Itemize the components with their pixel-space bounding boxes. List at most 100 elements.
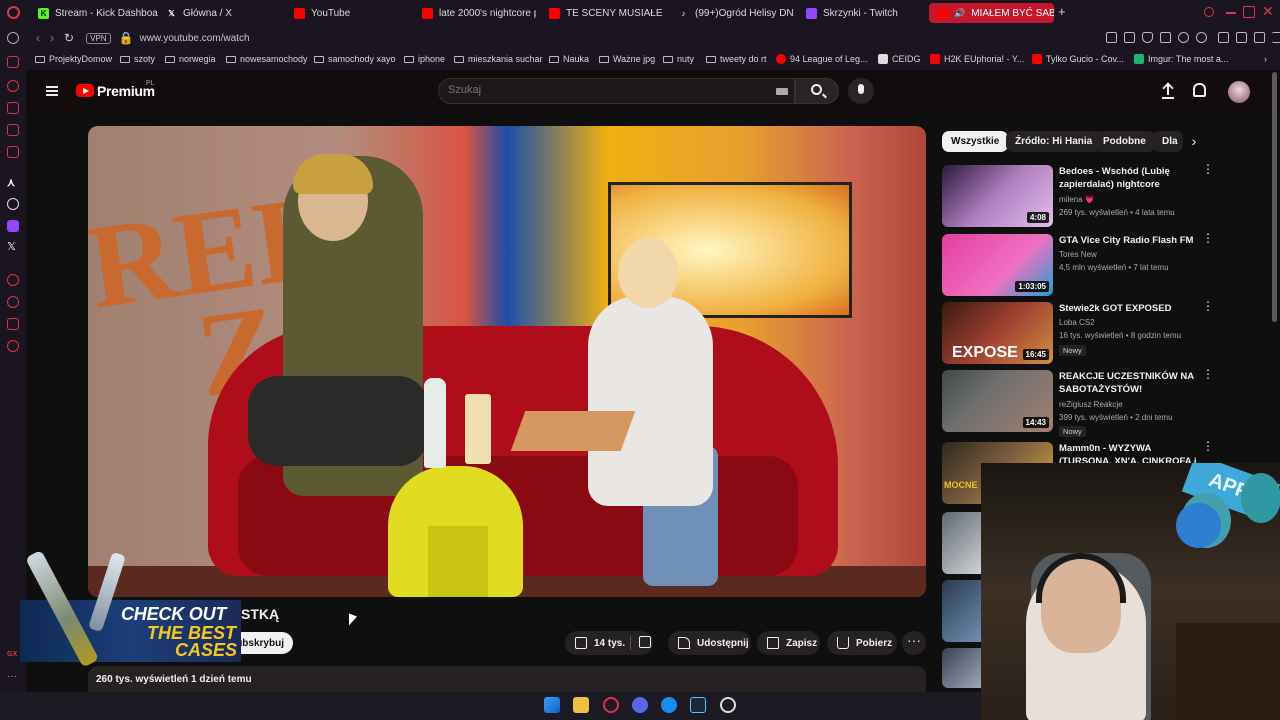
extensions-icon[interactable]	[1218, 32, 1229, 43]
chip-for-you[interactable]: Dla	[1153, 131, 1183, 152]
bookmark-folder[interactable]: ProjektyDomow	[35, 54, 112, 64]
search-button[interactable]	[795, 78, 839, 104]
channel-name[interactable]: Tores New	[1059, 250, 1097, 259]
sidebar-app-icon[interactable]	[7, 124, 19, 136]
shield-icon[interactable]	[1142, 32, 1153, 43]
save-button[interactable]: Zapisz	[757, 631, 820, 655]
file-explorer-icon[interactable]	[573, 697, 589, 713]
bookmark-site[interactable]: Imgur: The most a...	[1134, 54, 1228, 64]
opera-gx-icon[interactable]	[603, 697, 619, 713]
forward-icon[interactable]: ›	[50, 31, 54, 45]
recommendation-item[interactable]: 14:43 REAKCJE UCZESTNIKÓW NA SABOTAŻYSTÓ…	[942, 368, 1214, 437]
channel-name[interactable]: reZigiusz Reakcje	[1059, 400, 1123, 409]
chip-similar[interactable]: Podobne	[1094, 131, 1155, 152]
more-vert-icon[interactable]: ⋮	[1202, 163, 1214, 175]
x-sidebar-icon[interactable]: 𝕏	[7, 240, 19, 253]
bookmark-folder[interactable]: szoty	[120, 54, 155, 64]
search-input[interactable]	[448, 84, 748, 96]
video-thumbnail[interactable]	[942, 580, 982, 642]
recommendation-title[interactable]: Stewie2k GOT EXPOSED	[1059, 302, 1199, 315]
chip-all[interactable]: Wszystkie	[942, 131, 1009, 152]
bookmark-folder[interactable]: Ważne jpg	[599, 54, 655, 64]
recommendation-title[interactable]: GTA Vice City Radio Flash FM	[1059, 234, 1199, 247]
dislike-button[interactable]	[633, 635, 652, 651]
avatar[interactable]	[1228, 81, 1250, 103]
bookmark-folder[interactable]: norwegia	[165, 54, 216, 64]
tab-te-sceny[interactable]: TE SCENY MUSIAŁEM W	[549, 3, 663, 23]
discord-icon[interactable]	[632, 697, 648, 713]
channel-name[interactable]: Loba CS2	[1059, 318, 1095, 327]
speaker-icon[interactable]: 🔊	[954, 8, 965, 19]
bookmark-folder[interactable]: iphone	[404, 54, 445, 64]
bookmark-site[interactable]: 94 League of Leg...	[776, 54, 868, 64]
messenger-icon[interactable]	[661, 697, 677, 713]
download-button[interactable]: Pobierz	[827, 631, 897, 655]
aria-icon[interactable]	[7, 56, 19, 68]
video-thumbnail[interactable]: 4:08	[942, 165, 1053, 227]
steam-icon[interactable]	[690, 697, 706, 713]
back-icon[interactable]: ‹	[36, 31, 40, 45]
url-field[interactable]: www.youtube.com/watch	[139, 33, 249, 44]
download-icon[interactable]	[1254, 32, 1265, 43]
like-button[interactable]: 14 tys.	[565, 637, 625, 649]
more-vert-icon[interactable]: ⋮	[1202, 300, 1214, 312]
tab-youtube[interactable]: YouTube	[294, 3, 414, 23]
search-tabs-icon[interactable]	[1204, 7, 1214, 17]
recommendation-item[interactable]: EXPOSE 16:45 Stewie2k GOT EXPOSED Loba C…	[942, 300, 1214, 364]
sidebar-app-icon[interactable]	[7, 274, 19, 286]
play-icon[interactable]	[1178, 32, 1189, 43]
bookmark-folder[interactable]: samochody xayo	[314, 54, 396, 64]
gx-icon[interactable]: GX	[7, 651, 19, 663]
more-vert-icon[interactable]: ⋮	[1202, 232, 1214, 244]
kick-sidebar-icon[interactable]: ⋏	[7, 176, 19, 189]
heart-icon[interactable]	[1196, 32, 1207, 43]
maximize-icon[interactable]	[1243, 6, 1255, 18]
bookmark-folder[interactable]: Nauka	[549, 54, 589, 64]
lock-icon[interactable]: 🔒	[119, 31, 134, 45]
opera-logo-icon[interactable]	[7, 6, 20, 19]
video-player[interactable]: RELA ZO	[88, 126, 926, 597]
reload-icon[interactable]: ↻	[64, 31, 74, 45]
folder-icon[interactable]	[1236, 32, 1247, 43]
recommendation-title[interactable]: Bedoes - Wschód (Lubię zapierdalać) nigh…	[1059, 165, 1199, 191]
bookmark-site[interactable]: CEIDG	[878, 54, 921, 64]
keyboard-icon[interactable]	[776, 88, 788, 95]
bookmark-folder[interactable]: nowesamochody	[226, 54, 308, 64]
more-vert-icon[interactable]: ⋮	[1202, 368, 1214, 380]
minimize-icon[interactable]	[1226, 12, 1236, 14]
hamburger-menu-icon[interactable]	[46, 86, 58, 96]
more-vert-icon[interactable]: ⋮	[1202, 440, 1214, 452]
video-thumbnail[interactable]: 1:03:05	[942, 234, 1053, 296]
sidebar-app-icon[interactable]	[7, 102, 19, 114]
video-thumbnail[interactable]	[942, 512, 982, 574]
tab-nightcore[interactable]: late 2000's nightcore p	[422, 3, 536, 23]
bookmark-folder[interactable]: tweety do rt	[706, 54, 767, 64]
more-actions-button[interactable]: ···	[902, 631, 926, 655]
sidebar-app-icon[interactable]	[7, 318, 19, 330]
tab-twitch[interactable]: Skrzynki - Twitch	[806, 3, 921, 23]
tab-kick-dashboard[interactable]: K Stream - Kick Dashboard	[38, 3, 158, 23]
tab-tiktok[interactable]: ♪ (99+)Ogród Helisy DNA w	[678, 3, 795, 23]
obs-icon[interactable]	[720, 697, 736, 713]
video-thumbnail[interactable]: EXPOSE 16:45	[942, 302, 1053, 364]
notifications-bell-icon[interactable]	[1193, 83, 1206, 97]
pin-icon[interactable]	[1106, 32, 1117, 43]
channel-name[interactable]: milena 💗	[1059, 195, 1095, 204]
snapshot-icon[interactable]	[1160, 32, 1171, 43]
create-upload-icon[interactable]	[1162, 83, 1174, 99]
recommendation-title[interactable]: REAKCJE UCZESTNIKÓW NA SABOTAŻYSTÓW!	[1059, 370, 1199, 396]
camera-icon[interactable]	[1124, 32, 1135, 43]
close-icon[interactable]: ✕	[1262, 3, 1274, 20]
bookmarks-overflow-icon[interactable]: ›	[1264, 54, 1267, 64]
share-button[interactable]: Udostępnij	[668, 631, 751, 655]
video-thumbnail[interactable]	[942, 648, 982, 688]
history-icon[interactable]	[7, 296, 19, 308]
sidebar-app-icon[interactable]	[7, 80, 19, 92]
sidebar-app-icon[interactable]	[7, 146, 19, 158]
settings-icon[interactable]	[7, 340, 19, 352]
reload-icon[interactable]	[7, 32, 19, 44]
scrollbar[interactable]	[1272, 72, 1277, 322]
menu-icon[interactable]	[1272, 32, 1280, 43]
tab-active-sabotazysta[interactable]: 🔊 MIAŁEM BYĆ SABOTA	[929, 3, 1054, 23]
new-tab-button[interactable]: +	[1058, 4, 1066, 19]
